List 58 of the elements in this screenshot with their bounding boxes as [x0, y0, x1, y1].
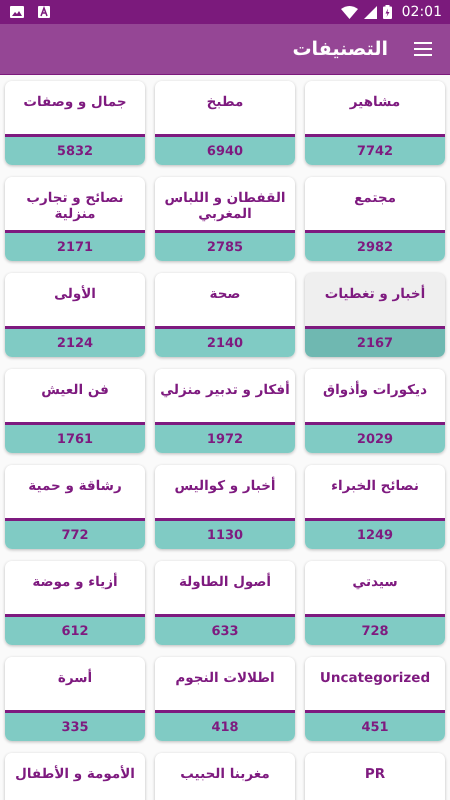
- category-name: أسرة: [58, 668, 92, 688]
- category-card[interactable]: الأمومة و الأطفال: [5, 753, 145, 800]
- category-name: الأمومة و الأطفال: [15, 764, 135, 784]
- post-count: 451: [361, 720, 389, 734]
- post-count: 772: [61, 528, 89, 542]
- post-count: 2140: [206, 336, 244, 350]
- category-name: مشاهير: [350, 93, 400, 112]
- category-name: أخبار و تغطيات: [324, 284, 426, 304]
- category-name: الأولى: [54, 284, 96, 304]
- category-card[interactable]: مغربنا الحبيب: [155, 753, 295, 800]
- status-time: 02:01: [402, 4, 442, 20]
- category-name: فن العيش: [41, 381, 109, 400]
- post-count: 7742: [356, 144, 394, 158]
- post-count: 1761: [56, 432, 94, 446]
- screen-title: التصنيفات: [292, 38, 388, 60]
- category-name: ديكورات وأذواق: [323, 380, 428, 400]
- post-count: 418: [211, 720, 239, 734]
- category-name: مجتمع: [354, 189, 396, 208]
- battery-charging-icon: [382, 5, 392, 19]
- menu-icon: [414, 42, 432, 56]
- menu-button[interactable]: [412, 40, 434, 58]
- category-name: مغربنا الحبيب: [180, 765, 270, 784]
- category-name: نصائح الخبراء: [331, 477, 419, 496]
- post-count: 2029: [356, 432, 394, 446]
- post-count: 2124: [56, 336, 94, 350]
- post-count: 5832: [56, 144, 94, 158]
- category-name: رشاقة و حمية: [28, 477, 122, 496]
- post-count: 633: [211, 624, 239, 638]
- post-count: 1249: [356, 528, 394, 542]
- category-name: مطبخ: [206, 93, 244, 112]
- post-count: 335: [61, 720, 89, 734]
- post-count: 728: [361, 624, 389, 638]
- category-name: Uncategorized: [320, 669, 430, 688]
- category-name: جمال و وصفات: [23, 93, 127, 112]
- post-count: 2171: [56, 240, 94, 254]
- category-name: سيدتي: [352, 573, 398, 592]
- category-card[interactable]: Uncategorized 451: [305, 657, 445, 741]
- category-name: اطلالات النجوم: [175, 669, 275, 688]
- category-name: أخبار و كواليس: [174, 476, 276, 496]
- post-count: 2785: [206, 240, 244, 254]
- category-name: أصول الطاولة: [178, 572, 272, 592]
- wifi-icon: [340, 6, 358, 18]
- category-name: نصائح و تجارب منزلية: [25, 189, 125, 224]
- category-name: أزياء و موضة: [32, 572, 118, 592]
- image-icon: [10, 6, 24, 18]
- category-card[interactable]: PR: [305, 753, 445, 800]
- post-count: 2167: [356, 336, 394, 350]
- category-name: صحة: [210, 285, 240, 304]
- post-count: 612: [61, 624, 89, 638]
- post-count: 1130: [206, 528, 244, 542]
- signal-icon: [364, 6, 377, 18]
- category-name: أفكار و تدبير منزلي: [160, 380, 290, 400]
- post-count: 1972: [206, 432, 244, 446]
- post-count: 2982: [356, 240, 394, 254]
- font-icon: [38, 6, 50, 18]
- post-count: 6940: [206, 144, 244, 158]
- category-name: القفطان و اللباس المغربي: [163, 189, 287, 224]
- category-name: PR: [364, 765, 386, 784]
